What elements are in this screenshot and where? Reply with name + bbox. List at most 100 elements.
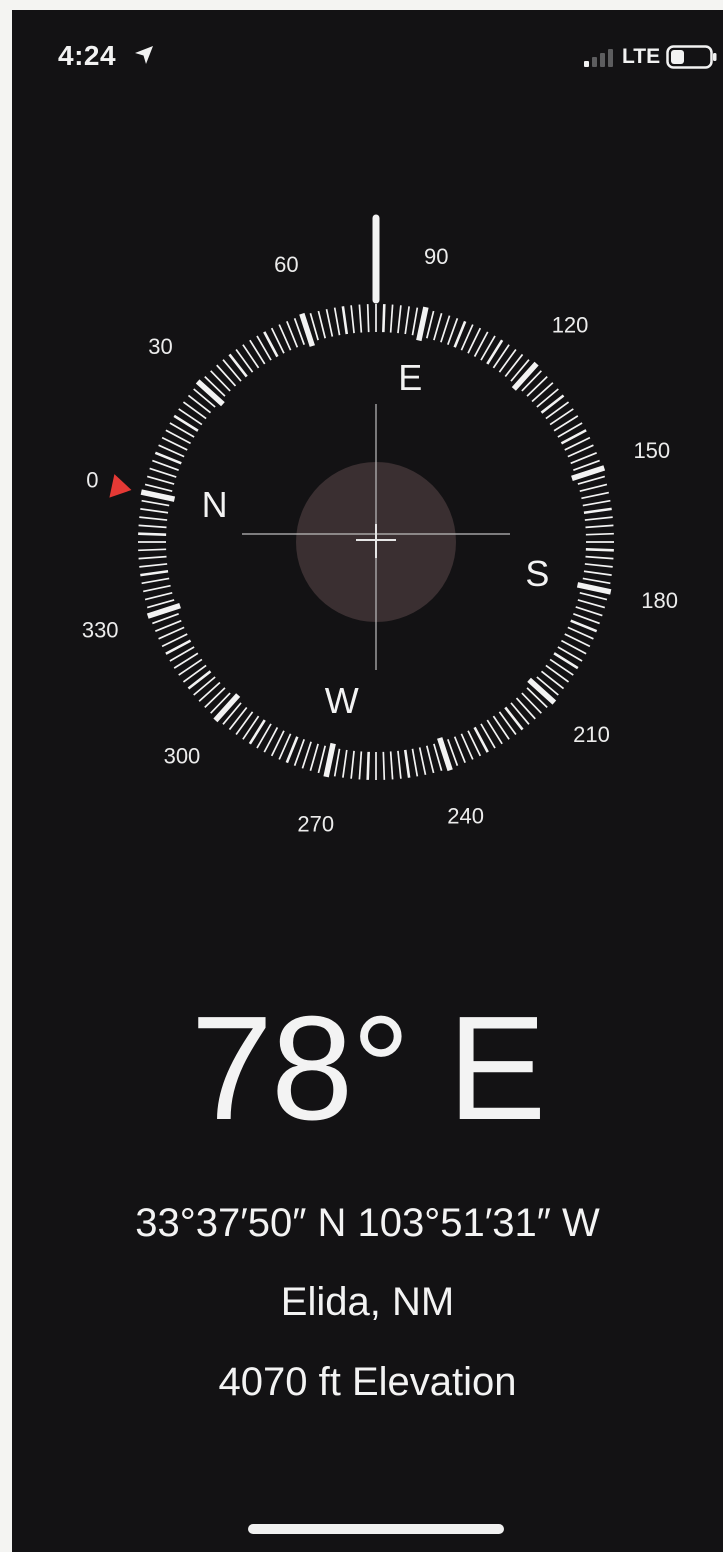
dial-tick xyxy=(536,388,559,408)
dial-tick xyxy=(139,516,168,521)
dial-tick xyxy=(235,348,254,373)
dial-tick xyxy=(585,548,614,552)
dial-tick xyxy=(144,591,173,601)
home-indicator[interactable] xyxy=(248,1524,504,1534)
dial-tick xyxy=(582,577,611,585)
dial-tick xyxy=(149,467,177,478)
dial-tick xyxy=(228,353,248,378)
coordinates-readout[interactable]: 33°37′50″ N 103°51′31″ W xyxy=(12,1203,723,1243)
dial-tick xyxy=(138,532,167,536)
dial-tick xyxy=(139,563,168,568)
dial-tick xyxy=(178,658,203,676)
dial-tick xyxy=(397,750,402,779)
dial-tick xyxy=(140,489,176,502)
dial-tick xyxy=(540,394,565,414)
dial-tick xyxy=(582,499,611,507)
dial-tick xyxy=(585,524,614,529)
degree-label: 300 xyxy=(164,743,201,768)
dial-tick xyxy=(309,743,319,772)
dial-tick xyxy=(581,491,609,500)
dial-tick xyxy=(301,741,312,769)
dial-tick xyxy=(141,499,170,507)
dial-tick xyxy=(195,379,225,407)
dial-tick xyxy=(389,751,394,780)
dial-tick xyxy=(358,304,363,333)
dial-tick xyxy=(193,676,216,696)
dial-tick xyxy=(576,582,612,595)
dial-tick xyxy=(138,555,167,560)
dial-tick xyxy=(366,751,370,780)
dial-tick xyxy=(527,677,557,705)
dial-tick xyxy=(235,711,254,736)
dial-tick xyxy=(341,306,349,335)
dial-tick xyxy=(382,751,386,780)
dial-tick xyxy=(342,749,348,778)
cardinal-east: E xyxy=(398,357,422,398)
dial-tick xyxy=(143,584,171,593)
dial-tick xyxy=(141,577,170,585)
dial-tick xyxy=(182,401,207,420)
north-marker-icon xyxy=(109,474,132,498)
dial-tick xyxy=(140,569,169,577)
heading-readout: 78° E xyxy=(190,986,547,1151)
dial-tick xyxy=(397,305,402,334)
dial-tick xyxy=(146,475,175,485)
elevation-readout: 4070 ft Elevation xyxy=(218,1360,517,1404)
dial-tick xyxy=(222,359,242,382)
dial-tick xyxy=(242,344,260,369)
dial-tick xyxy=(504,353,524,378)
dial-tick xyxy=(425,310,435,339)
location-name: Elida, NM xyxy=(280,1280,455,1324)
dial-tick xyxy=(585,555,614,560)
degree-label: 150 xyxy=(633,438,670,463)
cardinal-south: S xyxy=(525,553,549,594)
cardinal-north: N xyxy=(202,484,228,525)
degree-label: 30 xyxy=(148,334,172,359)
dial-tick xyxy=(187,394,212,414)
dial-tick xyxy=(579,483,608,493)
dial-tick xyxy=(198,681,221,702)
degree-label: 330 xyxy=(82,617,119,642)
dial-tick xyxy=(418,747,427,775)
dial-tick xyxy=(504,706,524,731)
dial-tick xyxy=(382,304,386,333)
dial-tick xyxy=(350,750,355,779)
dial-tick xyxy=(498,348,517,373)
dial-tick xyxy=(411,748,419,777)
dial-tick xyxy=(144,483,173,493)
dial-tick xyxy=(585,532,614,536)
dial-tick xyxy=(498,711,517,736)
dial-tick xyxy=(583,570,612,576)
dial-tick xyxy=(228,706,248,731)
cardinal-west: W xyxy=(325,680,359,721)
dial-tick xyxy=(549,408,574,426)
dial-tick xyxy=(366,304,370,333)
dial-tick xyxy=(492,715,510,740)
degree-label: 0 xyxy=(86,468,98,493)
dial-tick xyxy=(545,401,570,420)
dial-tick xyxy=(411,307,419,336)
dial-tick xyxy=(317,310,327,339)
dial-tick xyxy=(575,606,603,617)
dial-tick xyxy=(510,702,530,725)
dial-tick xyxy=(425,745,435,774)
dial-tick xyxy=(187,670,212,690)
dial-tick xyxy=(213,693,241,723)
dial-tick xyxy=(416,306,429,342)
dial-tick xyxy=(138,548,167,552)
degree-label: 90 xyxy=(424,244,448,269)
compass-app-screen: 4:24 LTE 0 30 60 90 120 150 180 210 240 270 300 330… xyxy=(12,10,723,1552)
compass-dial[interactable]: 0 30 60 90 120 150 180 210 240 270 300 330 N E S W xyxy=(12,10,723,910)
dial-tick xyxy=(440,315,451,343)
dial-tick xyxy=(577,599,606,609)
dial-tick xyxy=(333,307,341,336)
dial-tick xyxy=(140,508,169,514)
dial-tick xyxy=(511,361,539,391)
dial-tick xyxy=(182,664,207,683)
dial-tick xyxy=(323,742,336,778)
dial-tick xyxy=(325,309,334,337)
dial-tick xyxy=(403,749,411,778)
dial-tick xyxy=(350,305,355,334)
dial-tick xyxy=(317,745,327,774)
dial-tick xyxy=(526,376,548,397)
